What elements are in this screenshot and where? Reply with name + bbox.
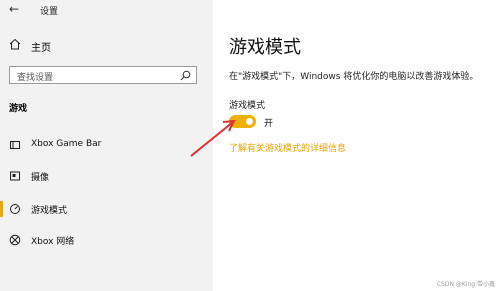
annotation-arrow-icon [190,119,236,157]
search-input[interactable]: 查找设置 [9,66,197,84]
sidebar-item-label: 游戏模式 [31,206,68,216]
search-icon[interactable] [180,70,191,81]
learn-more-link[interactable]: 了解有关游戏模式的详细信息 [229,141,346,154]
sidebar-item-game-mode[interactable]: 游戏模式 [0,198,213,220]
toggle-knob [246,118,253,125]
sidebar-item-xbox-game-bar[interactable]: Xbox Game Bar [0,134,213,156]
sidebar-item-xbox-network[interactable]: Xbox 网络 [0,229,213,251]
xbox-icon [9,234,21,246]
setting-label: 游戏模式 [229,101,266,111]
watermark: CSDN @King 带小鑫 [436,281,495,288]
sidebar-item-label: Xbox Game Bar [31,139,102,149]
page-description: 在"游戏模式"下，Windows 将优化你的电脑以改善游戏体验。 [229,72,479,82]
sidebar-item-label: 摄像 [31,173,50,183]
active-indicator [0,201,3,217]
search-placeholder: 查找设置 [17,73,54,83]
toggle-state-label: 开 [264,119,274,129]
sidebar-item-label: 主页 [31,43,51,54]
sidebar-item-label: Xbox 网络 [31,237,75,247]
sidebar-item-home[interactable]: 主页 [0,34,213,56]
gamebar-icon [10,141,20,149]
window-title: 设置 [40,7,59,17]
section-title: 游戏 [9,104,28,114]
capture-icon [10,171,20,181]
sidebar-item-capture[interactable]: 摄像 [0,165,213,187]
page-title: 游戏模式 [229,37,301,58]
title-bar: ← 设置 [0,0,213,18]
main-content: 游戏模式 在"游戏模式"下，Windows 将优化你的电脑以改善游戏体验。 游戏… [213,0,499,291]
sidebar: ← 设置 主页 查找设置 游戏 Xbox Game Bar 摄像 游戏模式 Xb… [0,0,213,291]
home-icon [9,38,21,50]
gamemode-icon [10,204,20,214]
back-arrow-icon[interactable]: ← [9,2,19,16]
